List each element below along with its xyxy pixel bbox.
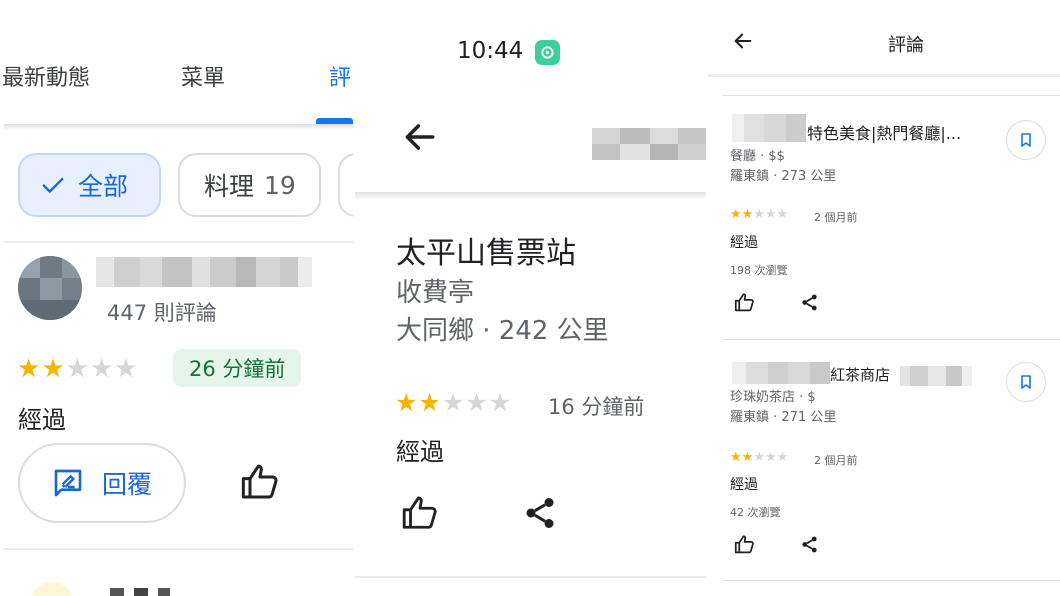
star-icon: ★ <box>776 450 789 465</box>
review-text: 經過 <box>730 477 758 493</box>
share-icon[interactable] <box>522 495 558 531</box>
bookmark-icon <box>1018 374 1034 390</box>
divider <box>4 548 353 550</box>
divider <box>722 339 1060 340</box>
filter-chip-cuisine-count: 19 <box>264 170 296 200</box>
place-name[interactable]: 紅茶商店 <box>830 364 890 385</box>
review-time-badge: 26 分鐘前 <box>173 349 302 387</box>
filter-chip-more[interactable] <box>338 153 353 217</box>
tab-menu[interactable]: 菜單 <box>181 60 225 92</box>
star-icon: ★ <box>418 388 441 417</box>
divider <box>355 576 706 578</box>
place-location: 大同鄉 · 242 公里 <box>396 316 609 346</box>
divider <box>4 241 353 243</box>
star-icon: ★ <box>730 207 742 222</box>
star-icon: ★ <box>488 388 512 417</box>
place-location: 羅東鎮 · 273 公里 <box>730 169 837 184</box>
rating-stars: ★ ★ ★ ★ ★ <box>395 390 511 415</box>
tab-reviews[interactable]: 評 <box>329 60 351 92</box>
reply-button-label: 回覆 <box>101 470 152 499</box>
star-icon: ★ <box>465 388 488 417</box>
thumb-up-icon[interactable] <box>734 292 755 313</box>
star-icon: ★ <box>730 450 742 465</box>
tab-bar-shadow <box>4 124 353 130</box>
tab-latest[interactable]: 最新動態 <box>2 60 90 92</box>
back-arrow-icon[interactable] <box>401 118 439 156</box>
header-divider <box>708 74 1060 77</box>
review-text: 經過 <box>396 438 444 466</box>
star-icon: ★ <box>764 207 777 222</box>
filter-chip-all[interactable]: 全部 <box>18 153 161 217</box>
thumb-up-icon[interactable] <box>401 494 439 532</box>
reviewer-name-redacted <box>592 128 706 160</box>
reviews-panel-left: 最新動態 菜單 評 全部 料理 19 447 則評論 ★ ★ ★ ★ ★ 26 … <box>0 0 353 596</box>
thumb-up-icon[interactable] <box>734 534 755 555</box>
share-icon[interactable] <box>800 293 819 312</box>
place-name-redacted <box>732 362 830 384</box>
place-category: 珍珠奶茶店 · $ <box>730 390 816 405</box>
place-category: 收費亭 <box>396 278 475 308</box>
star-icon: ★ <box>41 354 65 384</box>
status-bar-time: 10:44 <box>457 38 524 64</box>
divider <box>722 95 1060 96</box>
rating-stars: ★ ★ ★ ★ ★ <box>17 356 138 382</box>
star-icon: ★ <box>764 450 777 465</box>
back-arrow-icon[interactable] <box>732 30 754 52</box>
review-text: 經過 <box>730 235 758 251</box>
notification-app-icon <box>535 40 560 65</box>
bookmark-icon <box>1018 132 1034 148</box>
place-name-redacted <box>732 114 806 142</box>
reviewer-avatar[interactable] <box>18 256 82 320</box>
star-icon: ★ <box>741 207 754 222</box>
star-icon: ★ <box>114 354 138 384</box>
star-icon: ★ <box>753 450 765 465</box>
star-icon: ★ <box>17 354 41 384</box>
rating-stars: ★ ★ ★ ★ ★ <box>730 451 788 464</box>
view-count: 42 次瀏覽 <box>730 506 781 519</box>
save-button[interactable] <box>1006 120 1046 160</box>
page-title: 評論 <box>888 35 924 56</box>
filter-chip-cuisine[interactable]: 料理 19 <box>178 153 321 217</box>
review-text: 經過 <box>18 406 66 434</box>
divider <box>722 580 1060 581</box>
filter-chip-cuisine-label: 料理 <box>204 172 255 201</box>
reviewer-name-redacted <box>96 257 312 287</box>
reply-icon <box>52 467 84 499</box>
star-icon: ★ <box>741 450 754 465</box>
review-time: 2 個月前 <box>814 211 858 224</box>
header-shadow <box>355 192 706 200</box>
check-icon <box>40 172 66 198</box>
reviewer-stats: 447 則評論 <box>107 301 217 325</box>
reply-button[interactable]: 回覆 <box>18 443 186 523</box>
review-time: 16 分鐘前 <box>548 395 645 419</box>
share-icon[interactable] <box>800 535 819 554</box>
place-name[interactable]: 特色美食|熱門餐廳|... <box>807 120 961 144</box>
save-button[interactable] <box>1006 362 1046 402</box>
next-reviewer-avatar <box>30 582 74 596</box>
thumb-up-icon[interactable] <box>240 462 280 502</box>
star-icon: ★ <box>395 388 418 417</box>
place-name-redacted <box>900 366 972 386</box>
star-icon: ★ <box>89 354 114 384</box>
filter-chip-all-label: 全部 <box>78 172 129 201</box>
rating-stars: ★ ★ ★ ★ ★ <box>730 208 788 221</box>
review-detail-panel: 10:44 太平山售票站 收費亭 大同鄉 · 242 公里 ★ ★ ★ ★ ★ … <box>355 0 706 596</box>
view-count: 198 次瀏覽 <box>730 264 788 277</box>
star-icon: ★ <box>776 207 789 222</box>
next-reviewer-name-redacted <box>110 588 170 596</box>
star-icon: ★ <box>65 354 89 384</box>
review-time: 2 個月前 <box>814 454 858 467</box>
star-icon: ★ <box>753 207 765 222</box>
place-name[interactable]: 太平山售票站 <box>396 228 576 272</box>
place-location: 羅東鎮 · 271 公里 <box>730 410 837 425</box>
reviews-list-panel: 評論 特色美食|熱門餐廳|... 餐廳 · $$ 羅東鎮 · 273 公里 ★ … <box>708 0 1060 596</box>
place-category: 餐廳 · $$ <box>730 149 785 164</box>
star-icon: ★ <box>441 388 465 417</box>
